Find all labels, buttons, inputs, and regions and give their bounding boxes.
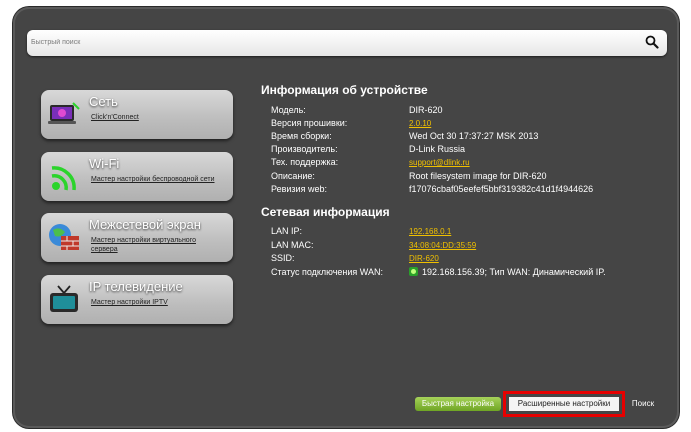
network-info-title: Сетевая информация [261,205,390,219]
tile-link-wifi-wizard[interactable]: Мастер настройки беспроводной сети [91,175,221,184]
info-label-firmware: Версия прошивки: [271,118,348,128]
support-email-link[interactable]: support@dlink.ru [409,158,470,167]
tile-title: IP телевидение [89,279,183,294]
info-label-web-revision: Ревизия web: [271,184,327,194]
net-label-lan-mac: LAN MAC: [271,240,314,250]
wan-status-icon [409,267,418,277]
net-label-wan-status: Статус подключения WAN: [271,267,383,277]
search-icon[interactable] [645,35,659,49]
quick-search-bar[interactable] [27,30,667,56]
info-value-web-revision: f17076cbaf05eefef5bbf319382c41d1f4944626 [409,184,594,194]
tile-link-clickn-connect[interactable]: Click'n'Connect [91,113,221,122]
net-label-lan-ip: LAN IP: [271,226,303,236]
tile-title: Wi-Fi [89,156,120,171]
device-info-title: Информация об устройстве [261,83,428,97]
info-value-model: DIR-620 [409,105,443,115]
tile-title: Межсетевой экран [89,217,201,232]
device-frame: Сеть Click'n'Connect Wi-Fi Мастер настро… [13,7,679,428]
quick-setup-button[interactable]: Быстрая настройка [415,397,501,411]
lan-ip-link[interactable]: 192.168.0.1 [409,227,451,236]
info-label-support: Тех. поддержка: [271,157,339,167]
tile-wifi[interactable]: Wi-Fi Мастер настройки беспроводной сети [41,152,233,201]
network-icon [48,102,80,124]
firmware-version-link[interactable]: 2.0.10 [409,119,431,128]
tile-title: Сеть [89,94,118,109]
firewall-icon [49,224,79,250]
info-label-model: Модель: [271,105,306,115]
wan-status: 192.168.156.39; Тип WAN: Динамический IP… [409,267,606,277]
info-value-vendor: D-Link Russia [409,144,466,154]
info-label-vendor: Производитель: [271,144,338,154]
info-value-build-time: Wed Oct 30 17:37:27 MSK 2013 [409,131,539,141]
wan-status-text: 192.168.156.39; Тип WAN: Динамический IP… [422,267,606,277]
info-label-description: Описание: [271,171,315,181]
search-link[interactable]: Поиск [625,397,661,411]
tile-iptv[interactable]: IP телевидение Мастер настройки IPTV [41,275,233,324]
net-label-ssid: SSID: [271,253,295,263]
lan-mac-link[interactable]: 34:08:04:DD:35:59 [409,241,476,250]
info-label-build-time: Время сборки: [271,131,332,141]
wifi-icon [51,166,76,191]
tv-icon [50,285,78,312]
tile-link-virtual-server-wizard[interactable]: Мастер настройки виртуального сервера [91,236,221,254]
ssid-link[interactable]: DIR-620 [409,254,439,263]
info-value-description: Root filesystem image for DIR-620 [409,171,547,181]
tile-link-iptv-wizard[interactable]: Мастер настройки IPTV [91,298,221,307]
advanced-settings-button[interactable]: Расширенные настройки [503,391,625,417]
tile-firewall[interactable]: Межсетевой экран Мастер настройки виртуа… [41,213,233,262]
tile-network[interactable]: Сеть Click'n'Connect [41,90,233,139]
search-input[interactable] [31,30,631,54]
